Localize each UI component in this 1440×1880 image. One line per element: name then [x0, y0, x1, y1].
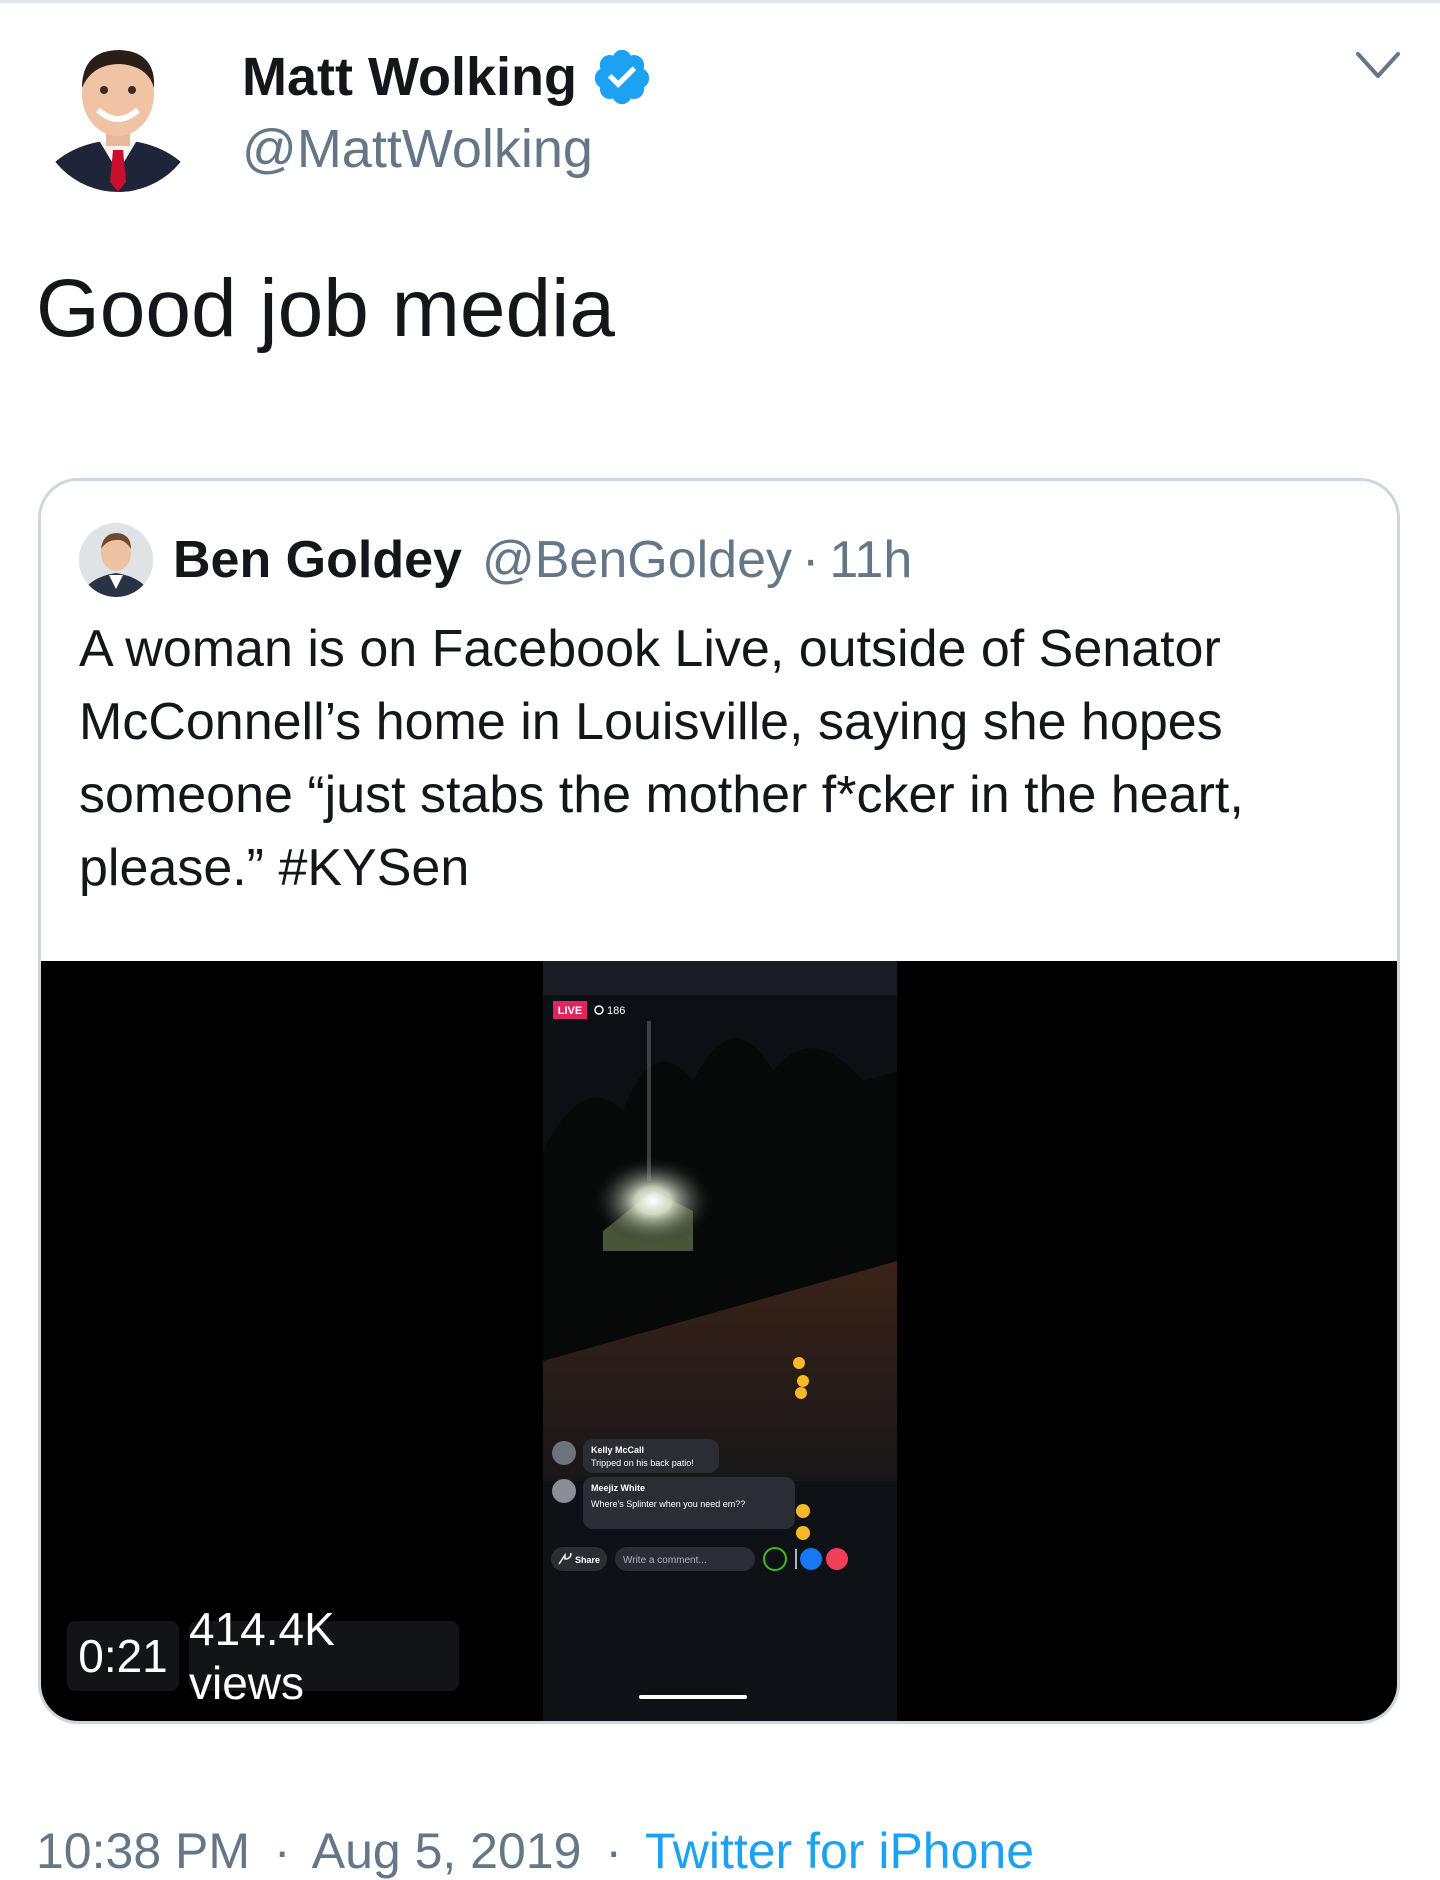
tweet-source-link[interactable]: Twitter for iPhone [645, 1823, 1034, 1879]
comment-text: Tripped on his back patio! [591, 1458, 694, 1468]
share-label: Share [575, 1555, 600, 1565]
author-handle[interactable]: @MattWolking [242, 118, 593, 180]
comment-input: Write a comment... [623, 1555, 707, 1566]
chevron-down-icon[interactable] [1350, 44, 1406, 88]
quoted-author-handle[interactable]: @BenGoldey [482, 530, 792, 590]
quoted-tweet-header: Ben Goldey @BenGoldey · 11h [79, 521, 912, 599]
video-views: 414.4K views [189, 1603, 459, 1709]
tweet-time[interactable]: 10:38 PM [36, 1823, 250, 1879]
video-frame: LIVE 186 Kelly McCall Tripped on his bac… [543, 961, 897, 1721]
author-name-row: Matt Wolking [242, 42, 653, 112]
footer-separator: · [273, 1823, 291, 1879]
quoted-tweet-card[interactable]: Ben Goldey @BenGoldey · 11h A woman is o… [38, 478, 1400, 1724]
author-avatar[interactable] [38, 32, 198, 192]
comment-author: Meejiz White [591, 1483, 645, 1493]
tweet-date[interactable]: Aug 5, 2019 [312, 1823, 582, 1879]
video-scene: LIVE 186 Kelly McCall Tripped on his bac… [543, 961, 897, 1721]
verified-badge-icon [594, 49, 650, 105]
quoted-tweet-text: A woman is on Facebook Live, outside of … [79, 620, 1244, 897]
tweet-footer: 10:38 PM · Aug 5, 2019 · Twitter for iPh… [36, 1822, 1034, 1880]
tweet-text: Good job media [36, 263, 615, 354]
quoted-timestamp: 11h [829, 531, 913, 589]
video-duration: 0:21 [67, 1621, 179, 1691]
quoted-author-name[interactable]: Ben Goldey [173, 530, 462, 590]
video-player[interactable]: LIVE 186 Kelly McCall Tripped on his bac… [41, 961, 1397, 1721]
top-divider [0, 0, 1440, 3]
author-name[interactable]: Matt Wolking [242, 46, 577, 108]
viewer-count: 186 [607, 1005, 625, 1017]
comment-text: Where's Splinter when you need em?? [591, 1499, 745, 1509]
quoted-author-avatar [79, 523, 153, 597]
footer-separator: · [605, 1823, 622, 1879]
live-badge: LIVE [558, 1005, 582, 1017]
comment-author: Kelly McCall [591, 1445, 644, 1455]
quoted-time-separator: · [802, 531, 820, 589]
